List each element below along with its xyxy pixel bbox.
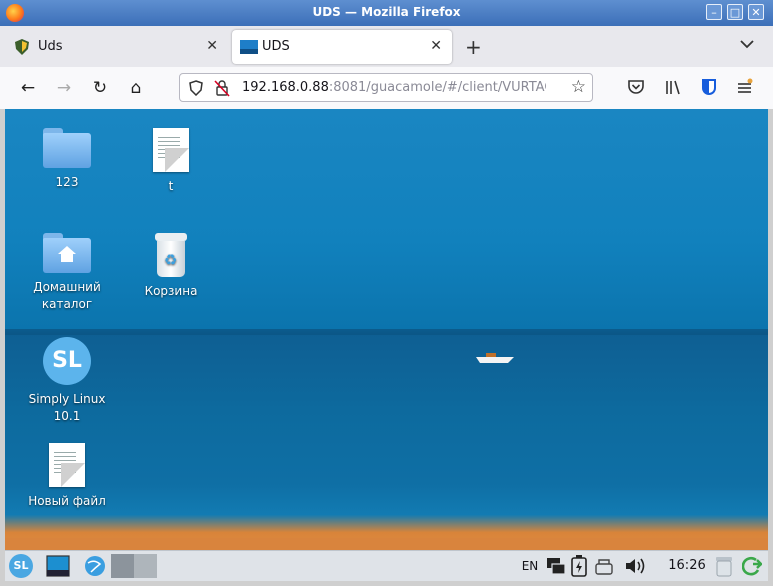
tab-label: UDS [262,39,290,54]
bitwarden-icon[interactable] [700,78,718,97]
desktop-icon-123[interactable]: 123 [17,128,117,191]
title-bar[interactable]: UDS — Mozilla Firefox – □ ✕ [0,0,773,26]
guacamole-icon [240,40,258,54]
home-folder-icon [43,233,91,273]
desktop-icon-label: Корзина [144,284,198,298]
tab-uds-active[interactable]: UDS ✕ [232,30,452,64]
tab-bar: Uds ✕ UDS ✕ + [0,26,773,68]
sand-strip [5,538,768,550]
volume-icon[interactable] [623,554,647,578]
window-title: UDS — Mozilla Firefox [312,5,461,19]
simplylinux-logo-icon: SL [43,337,91,385]
reload-button[interactable]: ↻ [89,77,111,99]
browser-launcher[interactable] [83,554,107,578]
minimize-icon[interactable]: – [706,4,722,20]
start-menu-button[interactable]: SL [9,554,33,578]
forward-button[interactable]: → [53,77,75,99]
desktop-icon-new-file[interactable]: Новый файл [17,443,117,510]
boat-icon [476,353,514,363]
close-icon[interactable]: ✕ [748,4,764,20]
maximize-icon[interactable]: □ [727,4,743,20]
folder-icon [43,128,91,168]
text-document-icon [49,443,85,487]
workspace-switcher[interactable] [111,554,157,578]
shield-icon[interactable] [189,80,203,96]
tab-close-icon[interactable]: ✕ [430,38,442,54]
url-host: 192.168.0.88 [242,80,329,95]
logout-icon[interactable] [741,554,764,578]
trash-applet-icon[interactable] [713,554,735,578]
desktop-icon-label: t [168,179,174,193]
tab-uds[interactable]: Uds ✕ [4,30,228,64]
desktop-icon-label: Новый файл [28,494,106,508]
desktop-icon-trash[interactable]: ♻ Корзина [121,233,221,300]
desktop-icon-label: Домашний каталог [33,280,101,311]
desktop-icon-simplylinux[interactable]: SL Simply Linux 10.1 [17,337,117,425]
remote-taskbar: SL EN 16:26 [5,550,768,582]
removable-drives-icon[interactable] [593,554,615,578]
window-frame-left [0,109,5,581]
url-text[interactable]: 192.168.0.88:8081/guacamole/#/client/VUR… [242,80,546,95]
power-manager-icon[interactable] [569,554,589,578]
globe-icon [85,556,105,576]
uds-shield-icon [15,39,29,55]
url-path: :8081/guacamole/#/client/VURTAGMA [328,80,546,95]
pocket-icon[interactable] [627,79,645,96]
firefox-window: UDS — Mozilla Firefox – □ ✕ Uds ✕ UDS ✕ … [0,0,773,584]
desktop-icon-label: 123 [55,175,79,189]
new-tab-button[interactable]: + [465,35,482,59]
desktop-icon-label: Simply Linux 10.1 [28,392,106,423]
library-icon[interactable] [664,79,682,96]
keyboard-layout[interactable]: EN [519,554,541,578]
navigation-toolbar: ← → ↻ ⌂ 192.168.0.88:8081/guacamole/#/cl… [0,67,773,110]
tab-close-icon[interactable]: ✕ [206,38,218,54]
desktop-icon-t[interactable]: t [121,128,221,195]
list-all-tabs-chevron-down-icon[interactable] [740,37,754,53]
bookmark-star-icon[interactable]: ☆ [571,77,586,97]
tab-label: Uds [38,39,63,54]
clock[interactable]: 16:26 [665,554,709,578]
horizon-line [5,329,768,335]
remote-desktop[interactable]: 123 t Домашний каталог ♻ Корзина SL Simp… [5,109,768,550]
window-frame-right [768,109,773,581]
trash-icon: ♻ [154,233,188,277]
insecure-lock-icon[interactable] [214,79,230,97]
back-button[interactable]: ← [17,77,39,99]
menu-icon[interactable] [736,78,754,96]
desktop-icon-home[interactable]: Домашний каталог [17,233,117,313]
desktop-icon [46,555,70,577]
show-desktop-button[interactable] [45,554,71,578]
text-document-icon [153,128,189,172]
home-button[interactable]: ⌂ [125,77,147,99]
network-icon[interactable] [545,554,567,578]
url-bar[interactable]: 192.168.0.88:8081/guacamole/#/client/VUR… [179,73,593,102]
